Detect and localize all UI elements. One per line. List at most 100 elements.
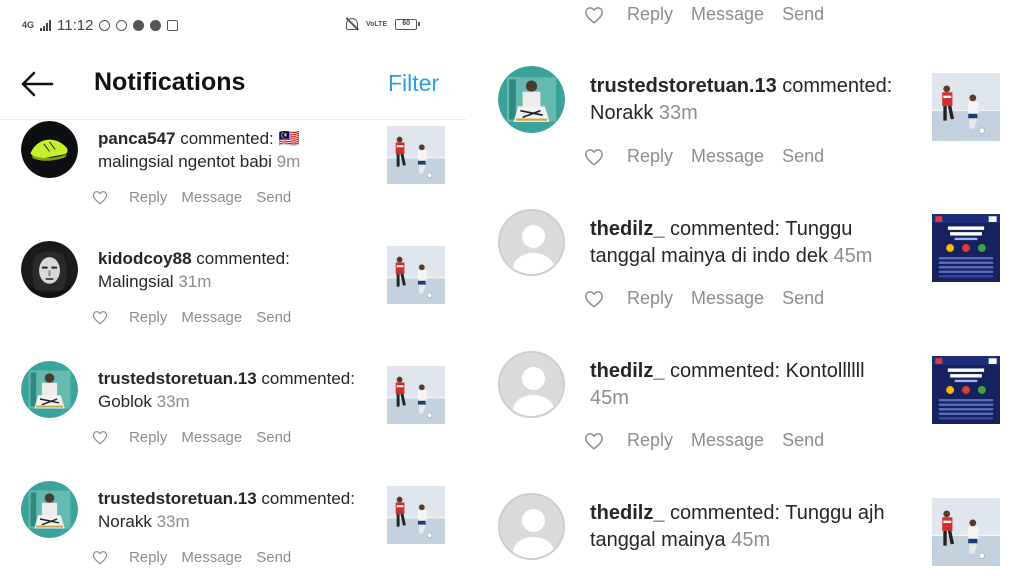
default-avatar-icon [522, 367, 545, 390]
message-button[interactable]: Message [181, 189, 242, 206]
notification-text: kidodcoy88 commented: Malingsial 31m [98, 247, 378, 293]
send-button[interactable]: Send [256, 429, 291, 446]
comment-text: Kontollllll [785, 360, 865, 382]
notification-text: trustedstoretuan.13 commented: Norakk 33… [98, 487, 378, 533]
post-thumbnail[interactable] [387, 126, 445, 184]
status-time: 11:12 [57, 17, 94, 34]
action-row: Reply Message Send [92, 549, 305, 566]
status-bar: 4G 11:12 VoLTE 60 [0, 0, 466, 52]
chat-icon [150, 20, 162, 31]
send-button[interactable]: Send [256, 189, 291, 206]
reply-button[interactable]: Reply [627, 146, 673, 167]
action-row: Reply Message Send [92, 309, 305, 326]
app-notification-icon [99, 20, 111, 31]
message-button[interactable]: Message [691, 430, 764, 451]
action-row: Reply Message Send [584, 4, 842, 25]
reply-button[interactable]: Reply [129, 429, 167, 446]
header: Notifications Filter [0, 56, 466, 120]
username[interactable]: trustedstoretuan.13 [590, 75, 777, 97]
username[interactable]: trustedstoretuan.13 [98, 489, 257, 508]
username[interactable]: thedilz_ [590, 218, 664, 240]
notification-text: thedilz_ commented: Tunggu ajh tanggal m… [590, 500, 920, 554]
username[interactable]: kidodcoy88 [98, 249, 192, 268]
avatar[interactable] [498, 493, 565, 560]
signal-icon [40, 20, 52, 31]
filter-button[interactable]: Filter [388, 70, 439, 97]
send-button[interactable]: Send [256, 309, 291, 326]
avatar[interactable] [21, 481, 78, 538]
heart-icon[interactable] [584, 6, 604, 24]
heart-icon[interactable] [584, 148, 604, 166]
reply-button[interactable]: Reply [627, 288, 673, 309]
telegram-icon [133, 20, 145, 31]
reply-button[interactable]: Reply [627, 4, 673, 25]
timestamp: 33m [658, 102, 698, 124]
reply-button[interactable]: Reply [129, 309, 167, 326]
send-button[interactable]: Send [782, 288, 824, 309]
message-button[interactable]: Message [691, 288, 764, 309]
action-text: commented: [191, 249, 290, 268]
action-row: Reply Message Send [584, 146, 842, 167]
reply-button[interactable]: Reply [129, 549, 167, 566]
message-button[interactable]: Message [691, 4, 764, 25]
reply-button[interactable]: Reply [627, 430, 673, 451]
heart-icon[interactable] [92, 310, 108, 325]
action-text: commented: [664, 218, 786, 240]
message-button[interactable]: Message [181, 429, 242, 446]
timestamp: 33m [156, 512, 190, 531]
comment-text: Goblok [98, 392, 152, 411]
notification-text: thedilz_ commented: Kontollllll 45m [590, 358, 920, 412]
username[interactable]: trustedstoretuan.13 [98, 369, 257, 388]
heart-icon[interactable] [92, 550, 108, 565]
post-thumbnail[interactable] [387, 486, 445, 544]
default-avatar-icon [522, 509, 545, 532]
post-thumbnail[interactable] [932, 498, 1000, 566]
message-button[interactable]: Message [181, 309, 242, 326]
heart-icon[interactable] [584, 432, 604, 450]
message-button[interactable]: Message [181, 549, 242, 566]
action-text: commented: [776, 75, 893, 97]
timestamp: 31m [178, 272, 212, 291]
avatar[interactable] [498, 351, 565, 418]
avatar[interactable] [21, 361, 78, 418]
heart-icon[interactable] [92, 190, 108, 205]
post-thumbnail[interactable] [387, 246, 445, 304]
username[interactable]: panca547 [98, 129, 176, 148]
action-row: Reply Message Send [92, 189, 305, 206]
action-row: Reply Message Send [584, 288, 842, 309]
send-button[interactable]: Send [782, 430, 824, 451]
avatar[interactable] [21, 121, 78, 178]
comment-text: Norakk [590, 102, 654, 124]
post-thumbnail[interactable] [387, 366, 445, 424]
post-thumbnail[interactable] [932, 356, 1000, 424]
avatar[interactable] [21, 241, 78, 298]
back-arrow-icon[interactable] [20, 70, 54, 98]
send-button[interactable]: Send [782, 4, 824, 25]
post-thumbnail[interactable] [932, 214, 1000, 282]
timestamp: 45m [590, 387, 629, 409]
notification-text: panca547 commented: 🇲🇾 malingsial ngento… [98, 127, 378, 173]
action-text: commented: [175, 129, 279, 148]
avatar[interactable] [498, 66, 565, 133]
gallery-icon [167, 20, 179, 31]
notifications-screen-left: 4G 11:12 VoLTE 60 Notifications Filter p… [0, 0, 466, 576]
comment-text: Malingsial [98, 272, 174, 291]
heart-icon[interactable] [584, 290, 604, 308]
action-text: commented: [256, 489, 355, 508]
post-thumbnail[interactable] [932, 73, 1000, 141]
username[interactable]: thedilz_ [590, 502, 664, 524]
heart-icon[interactable] [92, 430, 108, 445]
volte-icon: VoLTE [366, 20, 388, 28]
action-row: Reply Message Send [92, 429, 305, 446]
send-button[interactable]: Send [782, 146, 824, 167]
timestamp: 33m [156, 392, 190, 411]
network-type: 4G [22, 20, 35, 30]
mute-icon [346, 18, 358, 30]
message-button[interactable]: Message [691, 146, 764, 167]
timestamp: 45m [731, 529, 771, 551]
username[interactable]: thedilz_ [590, 360, 664, 382]
reply-button[interactable]: Reply [129, 189, 167, 206]
send-button[interactable]: Send [256, 549, 291, 566]
avatar[interactable] [498, 209, 565, 276]
notifications-screen-right: Reply Message Send trustedstoretuan.13 c… [480, 0, 1024, 576]
